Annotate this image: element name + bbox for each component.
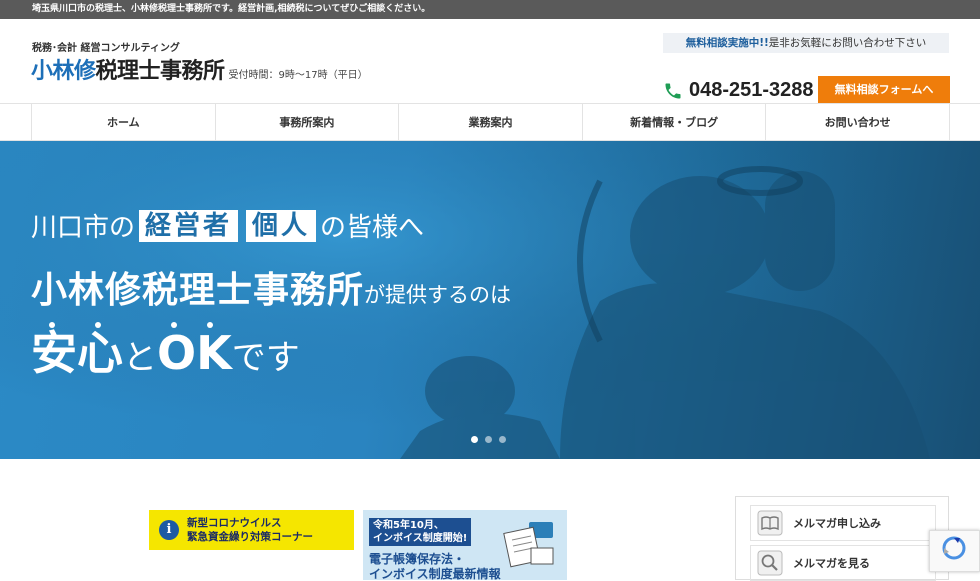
invoice-banner-title: 電子帳簿保存法・ インボイス制度最新情報 (369, 552, 501, 580)
hero-word-ok-text: OK (157, 326, 232, 380)
free-consultation-notice: 無料相談実施中!!是非お気軽にお問い合わせ下さい (663, 33, 949, 53)
hero-word-to: と (123, 338, 157, 378)
consultation-form-button[interactable]: 無料相談フォームへ (818, 76, 950, 103)
corona-banner-line2: 緊急資金繰り対策コーナー (187, 531, 313, 543)
hero-heading-line1: 川口市の 経営者 個人 の皆様へ (31, 207, 424, 244)
hero-word-desu: です (231, 338, 300, 378)
hero-word-anshin-text: 安心 (31, 326, 123, 380)
top-announcement-bar: 埼玉県川口市の税理士、小林修税理士事務所です。経営計画,相続税についてぜひご相談… (0, 0, 980, 19)
hero-line1-post: の皆様へ (320, 213, 425, 243)
slider-dot-3[interactable] (499, 436, 506, 443)
slider-dot-1[interactable] (471, 436, 478, 443)
hero-line1-pre: 川口市の (31, 213, 136, 243)
hero-line2-suffix: が提供するのは (364, 283, 512, 307)
phone-number: 048-251-3288 (689, 79, 814, 101)
corona-banner-text: 新型コロナウイルス 緊急資金繰り対策コーナー (187, 516, 313, 544)
newsletter-signup-link[interactable]: メルマガ申し込み (750, 505, 936, 541)
site-logo[interactable]: 小林修税理士事務所 受付時間：9時～17時（平日） (31, 53, 368, 85)
hero-word-anshin: 安心 (31, 322, 123, 380)
corona-banner-line1: 新型コロナウイルス (187, 517, 282, 529)
sidebar-newsletter-box: メルマガ申し込み メルマガを見る (735, 496, 949, 581)
nav-item-services[interactable]: 業務案内 (399, 104, 583, 140)
slider-dot-2[interactable] (485, 436, 492, 443)
logo-name: 小林修 (31, 59, 96, 84)
hero-heading-line3: 安心と OKです (31, 317, 300, 383)
emphasis-dot (95, 322, 101, 328)
top-announcement-text: 埼玉県川口市の税理士、小林修税理士事務所です。経営計画,相続税についてぜひご相談… (32, 4, 431, 14)
main-navigation: ホーム 事務所案内 業務案内 新着情報・ブログ お問い合わせ (0, 103, 980, 141)
slider-pagination (471, 436, 506, 443)
office-hours: 受付時間：9時～17時（平日） (228, 70, 368, 81)
nav-item-contact[interactable]: お問い合わせ (766, 104, 950, 140)
hero-keyword-business: 経営者 (139, 209, 239, 242)
recaptcha-icon (942, 536, 966, 560)
notice-highlight: 無料相談実施中!! (685, 37, 769, 49)
invoice-system-banner[interactable]: 令和5年10月、 インボイス制度開始! 電子帳簿保存法・ インボイス制度最新情報 (363, 510, 567, 580)
newsletter-view-label: メルマガを見る (793, 557, 870, 570)
corona-support-banner[interactable]: i 新型コロナウイルス 緊急資金繰り対策コーナー (149, 510, 354, 550)
hero-keyword-individual: 個人 (246, 209, 317, 242)
hero-slider[interactable]: 川口市の 経営者 個人 の皆様へ 小林修税理士事務所が提供するのは 安心と OKで… (0, 141, 980, 459)
site-tagline: 税務･会計 経営コンサルティング (32, 43, 180, 54)
emphasis-dot (171, 322, 177, 328)
nav-item-news-blog[interactable]: 新着情報・ブログ (583, 104, 767, 140)
invoice-main-line2: インボイス制度最新情報 (369, 567, 501, 580)
recaptcha-badge[interactable] (929, 530, 980, 572)
nav-item-home[interactable]: ホーム (32, 104, 216, 140)
magnifier-icon (757, 550, 783, 576)
site-header: 税務･会計 経営コンサルティング 小林修税理士事務所 受付時間：9時～17時（平日… (0, 19, 980, 103)
hero-office-name: 小林修税理士事務所 (31, 270, 365, 311)
logo-office: 税理士事務所 (95, 59, 226, 84)
book-icon (757, 510, 783, 536)
invoice-main-line1: 電子帳簿保存法・ (369, 552, 466, 566)
phone-icon (665, 83, 681, 98)
invoice-tag-line2: インボイス制度開始! (373, 533, 468, 544)
hero-word-ok: OK (157, 322, 232, 380)
invoice-banner-tag: 令和5年10月、 インボイス制度開始! (369, 518, 472, 546)
newsletter-signup-label: メルマガ申し込み (793, 517, 881, 530)
emphasis-dot (207, 322, 213, 328)
nav-item-office[interactable]: 事務所案内 (216, 104, 400, 140)
hero-heading-line2: 小林修税理士事務所が提供するのは (31, 261, 511, 313)
document-stack-icon (503, 522, 554, 568)
notice-text: 是非お気軽にお問い合わせ下さい (768, 37, 927, 49)
info-icon: i (159, 520, 179, 540)
emphasis-dot (49, 322, 55, 328)
invoice-tag-line1: 令和5年10月、 (373, 520, 444, 531)
phone-contact[interactable]: 048-251-3288 (663, 79, 814, 102)
newsletter-view-link[interactable]: メルマガを見る (750, 545, 936, 581)
